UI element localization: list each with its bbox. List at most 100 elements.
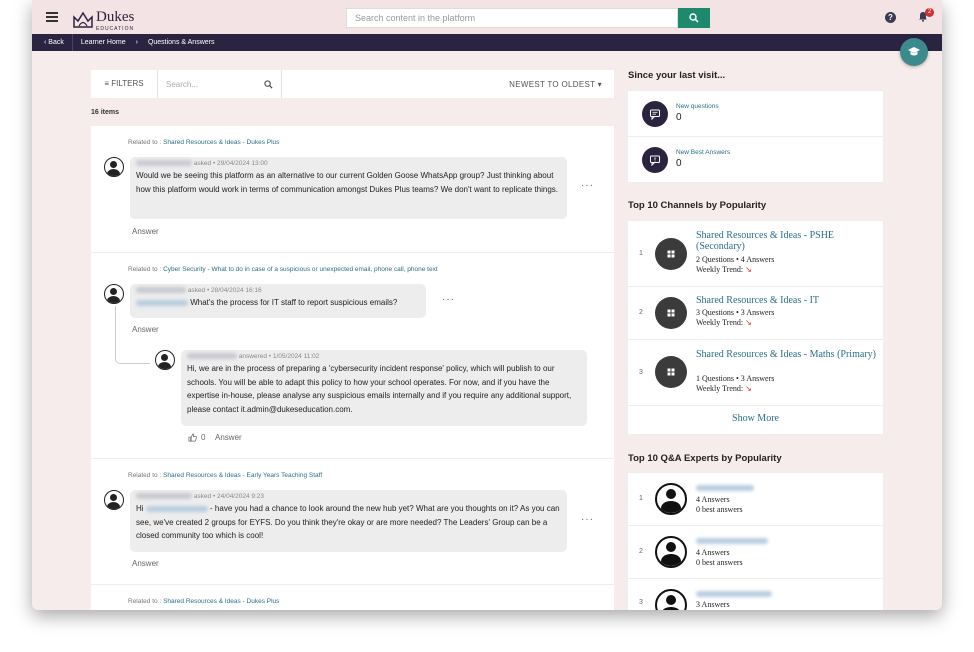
mention-redacted xyxy=(136,299,188,306)
avatar[interactable] xyxy=(155,350,175,370)
related-channel-link[interactable]: Shared Resources & Ideas - Dukes Plus xyxy=(163,598,279,605)
top-experts-title: Top 10 Q&A Experts by Popularity xyxy=(628,453,782,464)
answer-text: Hi, we are in the process of preparing a… xyxy=(187,364,572,414)
trend-down-icon: ↘ xyxy=(745,318,752,327)
search-button[interactable] xyxy=(678,8,710,28)
brand-name: Dukes xyxy=(96,9,135,25)
like-button[interactable]: 0 xyxy=(188,433,205,442)
author-name-redacted xyxy=(187,353,237,360)
top-experts-card: 1 4 Answers 0 best answers 2 4 Answers 0… xyxy=(628,473,883,610)
weekly-trend-label: Weekly Trend: xyxy=(696,265,744,274)
question-bubble: asked • 24/04/2024 9:23 Hi - have you ha… xyxy=(130,490,567,552)
new-questions-label: New questions xyxy=(676,103,719,110)
related-channel-link[interactable]: Cyber Security - What to do in case of a… xyxy=(163,266,438,273)
avatar[interactable] xyxy=(104,157,124,177)
new-best-answers-label: New Best Answers xyxy=(676,149,731,156)
thumbs-up-icon xyxy=(188,433,197,442)
breadcrumb-home[interactable]: Learner Home xyxy=(73,34,134,51)
avatar xyxy=(655,483,687,515)
answer-meta: answered • 1/05/2024 11:02 xyxy=(238,353,320,360)
related-channel-link[interactable]: Shared Resources & Ideas - Dukes Plus xyxy=(163,139,279,146)
top-channels-title: Top 10 Channels by Popularity xyxy=(628,200,767,211)
question-text: What's the process for IT staff to repor… xyxy=(190,298,398,307)
expert-best-answers: 0 best answers xyxy=(696,505,743,514)
expert-name-redacted[interactable] xyxy=(696,538,768,544)
top-channels-card: 1 Shared Resources & Ideas - PSHE (Secon… xyxy=(628,221,883,434)
channel-name-link[interactable]: Shared Resources & Ideas - Maths (Primar… xyxy=(696,349,876,360)
back-button[interactable]: ‹ Back xyxy=(32,34,72,51)
sort-dropdown[interactable]: NEWEST TO OLDEST ▾ xyxy=(282,80,614,89)
more-options-icon[interactable]: ··· xyxy=(581,180,594,191)
global-search: Search content in the platform xyxy=(346,8,710,28)
channel-rank: 1 xyxy=(639,250,643,257)
channel-stats: 2 Questions • 4 Answers xyxy=(696,255,775,264)
avatar xyxy=(655,536,687,568)
post-meta: asked • 29/04/2024 13:00 xyxy=(193,160,268,167)
expert-row[interactable]: 3 3 Answers xyxy=(628,579,883,610)
questions-feed: Related to : Shared Resources & Ideas - … xyxy=(91,126,614,610)
channel-name-link[interactable]: Shared Resources & Ideas - PSHE (Seconda… xyxy=(696,230,876,252)
question-bubble: asked • 28/04/2024 16:16 What's the proc… xyxy=(130,284,426,318)
show-more-button[interactable]: Show More xyxy=(628,413,883,424)
top-bar: Dukes EDUCATION Search content in the pl… xyxy=(32,0,942,34)
more-options-icon[interactable]: ··· xyxy=(581,514,594,525)
avatar xyxy=(655,589,687,610)
mention-redacted xyxy=(145,505,208,512)
answer-button[interactable]: Answer xyxy=(132,227,159,236)
new-best-answers-count: 0 xyxy=(676,158,682,169)
expert-rank: 3 xyxy=(639,599,643,606)
expert-rank: 2 xyxy=(639,548,643,555)
expert-rank: 1 xyxy=(639,495,643,502)
feed-search-placeholder: Search... xyxy=(166,79,199,89)
new-questions-row[interactable]: New questions 0 xyxy=(628,91,883,137)
item-count: 16 items xyxy=(91,109,120,116)
expert-row[interactable]: 1 4 Answers 0 best answers xyxy=(628,473,883,525)
trend-down-icon: ↘ xyxy=(745,384,752,393)
expert-name-redacted[interactable] xyxy=(696,591,772,597)
channel-icon xyxy=(655,297,687,329)
related-channel-link[interactable]: Shared Resources & Ideas - Early Years T… xyxy=(163,472,322,479)
avatar[interactable] xyxy=(104,490,124,510)
avatar[interactable] xyxy=(104,284,124,304)
filters-button[interactable]: ≡ FILTERS xyxy=(91,70,158,98)
trend-down-icon: ↘ xyxy=(745,265,752,274)
breadcrumb-current: Questions & Answers xyxy=(147,39,215,46)
best-answer-icon xyxy=(642,147,668,173)
learning-button[interactable] xyxy=(900,38,928,66)
help-icon[interactable]: ? xyxy=(885,12,896,23)
post-related: Related to : Shared Resources & Ideas - … xyxy=(128,472,322,479)
more-options-icon[interactable]: ··· xyxy=(442,294,455,305)
new-best-answers-row[interactable]: New Best Answers 0 xyxy=(628,137,883,183)
expert-answers: 4 Answers xyxy=(696,495,730,504)
related-prefix: Related to : xyxy=(128,139,162,146)
graduation-cap-icon xyxy=(908,47,920,56)
related-prefix: Related to : xyxy=(128,598,162,605)
new-questions-count: 0 xyxy=(676,112,682,123)
search-icon xyxy=(689,13,699,23)
brand-logo[interactable]: Dukes EDUCATION xyxy=(72,8,134,32)
global-search-input[interactable]: Search content in the platform xyxy=(346,8,678,28)
brand-subtitle: EDUCATION xyxy=(96,26,135,32)
notification-badge: 2 xyxy=(925,8,934,17)
related-prefix: Related to : xyxy=(128,472,162,479)
channel-row[interactable]: 2 Shared Resources & Ideas - IT 3 Questi… xyxy=(628,287,883,339)
answer-button[interactable]: Answer xyxy=(215,433,242,442)
channel-rank: 2 xyxy=(639,309,643,316)
answer-button[interactable]: Answer xyxy=(132,559,159,568)
caret-down-icon: ▾ xyxy=(597,79,602,89)
channel-row[interactable]: 1 Shared Resources & Ideas - PSHE (Secon… xyxy=(628,221,883,286)
author-name-redacted xyxy=(136,160,192,167)
expert-row[interactable]: 2 4 Answers 0 best answers xyxy=(628,526,883,578)
menu-icon[interactable] xyxy=(46,12,58,24)
app-window: Dukes EDUCATION Search content in the pl… xyxy=(32,0,942,610)
since-visit-title: Since your last visit... xyxy=(628,70,726,81)
related-prefix: Related to : xyxy=(128,266,162,273)
new-question-icon xyxy=(642,101,668,127)
channel-row[interactable]: 3 Shared Resources & Ideas - Maths (Prim… xyxy=(628,340,883,405)
question-bubble: asked • 29/04/2024 13:00 Would we be see… xyxy=(130,157,567,219)
author-name-redacted xyxy=(136,287,186,294)
expert-name-redacted[interactable] xyxy=(696,485,754,491)
channel-name-link[interactable]: Shared Resources & Ideas - IT xyxy=(696,295,876,306)
feed-search-input[interactable]: Search... xyxy=(158,70,282,98)
weekly-trend-label: Weekly Trend: xyxy=(696,318,744,327)
